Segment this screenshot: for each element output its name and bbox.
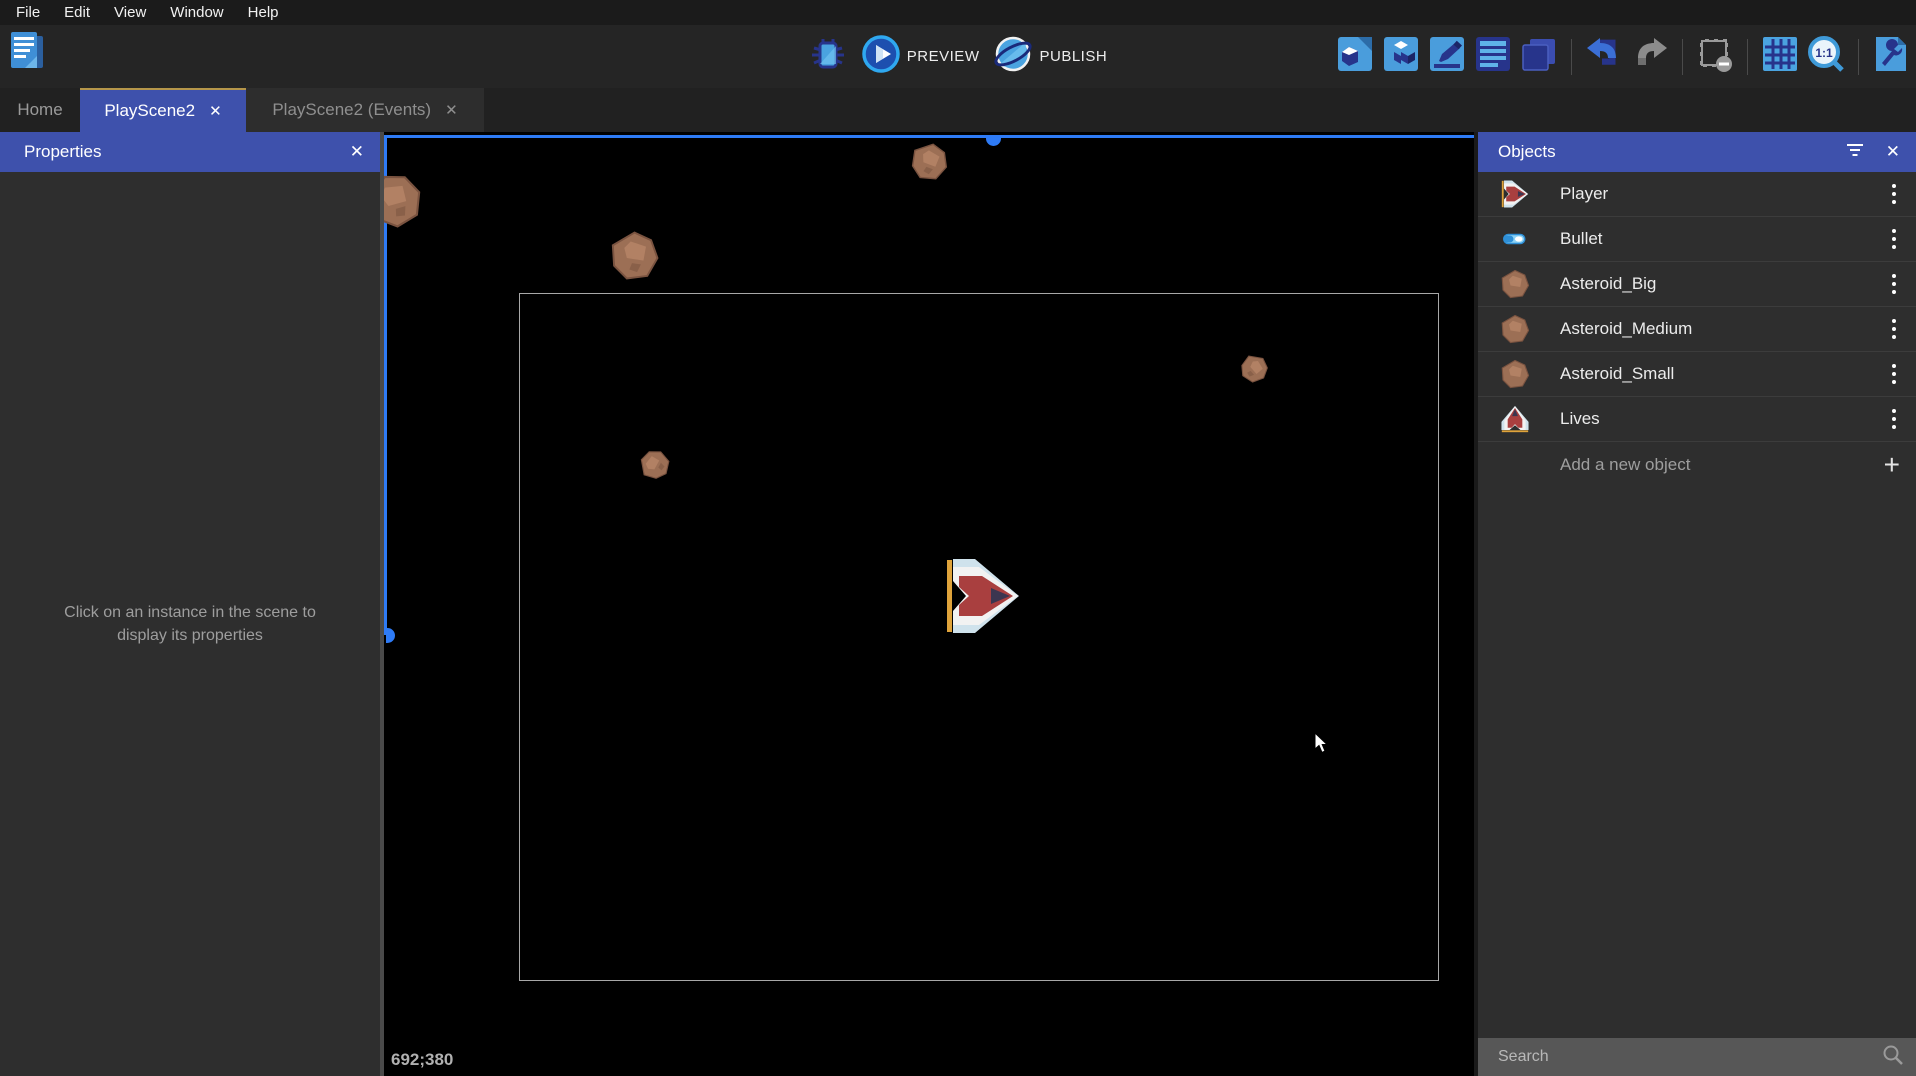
- publish-button[interactable]: PUBLISH: [993, 34, 1107, 79]
- object-groups-icon: [1382, 35, 1420, 78]
- properties-panel-title: Properties: [24, 142, 101, 162]
- preview-label: PREVIEW: [907, 48, 980, 65]
- vertical-scrollbar-thumb[interactable]: [386, 628, 395, 643]
- kebab-menu-icon[interactable]: [1888, 270, 1900, 298]
- kebab-menu-icon[interactable]: [1888, 405, 1900, 433]
- menu-window[interactable]: Window: [158, 0, 235, 25]
- toolbar-separator: [1571, 39, 1572, 75]
- deselect-icon: [1696, 35, 1734, 78]
- asteroid-instance[interactable]: [384, 163, 432, 237]
- tab-playscene2-events[interactable]: PlayScene2 (Events) ✕: [246, 88, 484, 132]
- search-icon[interactable]: [1882, 1044, 1904, 1071]
- objects-editor-icon: [1336, 35, 1374, 78]
- close-icon[interactable]: ✕: [350, 142, 364, 162]
- mouse-cursor: [1314, 732, 1330, 759]
- toolbar-separator: [1858, 39, 1859, 75]
- player-ship-icon: [1500, 179, 1530, 209]
- toolbar-separator: [1682, 39, 1683, 75]
- redo-icon: [1631, 35, 1669, 78]
- object-row-lives[interactable]: Lives: [1478, 397, 1916, 442]
- cursor-coordinates-label: 692;380: [391, 1050, 453, 1070]
- tab-playscene2[interactable]: PlayScene2 ✕: [80, 88, 246, 132]
- objects-search-input[interactable]: [1478, 1038, 1882, 1076]
- objects-panel: Objects ✕ Player: [1478, 132, 1916, 1076]
- object-row-asteroid-small[interactable]: Asteroid_Small: [1478, 352, 1916, 397]
- scene-canvas[interactable]: 692;380: [384, 132, 1474, 1076]
- object-row-asteroid-big[interactable]: Asteroid_Big: [1478, 262, 1916, 307]
- toolbar-separator: [1747, 39, 1748, 75]
- properties-panel: Properties ✕ Click on an instance in the…: [0, 132, 380, 1076]
- svg-text:1:1: 1:1: [1815, 46, 1833, 60]
- kebab-menu-icon[interactable]: [1888, 180, 1900, 208]
- menu-help[interactable]: Help: [236, 0, 291, 25]
- preview-button[interactable]: PREVIEW: [861, 34, 980, 79]
- zoom-1-1-icon: 1:1: [1806, 34, 1846, 79]
- project-manager-button[interactable]: [8, 35, 46, 73]
- close-icon[interactable]: ✕: [445, 103, 458, 118]
- deselect-button[interactable]: [1696, 38, 1734, 76]
- layers-editor-button[interactable]: [1520, 38, 1558, 76]
- tab-bar: Home PlayScene2 ✕ PlayScene2 (Events) ✕: [0, 88, 1916, 132]
- layers-icon: [1520, 35, 1558, 78]
- publish-label: PUBLISH: [1039, 48, 1107, 65]
- close-icon[interactable]: ✕: [1886, 142, 1900, 162]
- properties-editor-button[interactable]: [1428, 38, 1466, 76]
- plus-icon: +: [1884, 451, 1900, 479]
- kebab-menu-icon[interactable]: [1888, 225, 1900, 253]
- object-row-asteroid-medium[interactable]: Asteroid_Medium: [1478, 307, 1916, 352]
- object-row-bullet[interactable]: Bullet: [1478, 217, 1916, 262]
- tab-home[interactable]: Home: [0, 88, 80, 132]
- objects-panel-title: Objects: [1498, 142, 1556, 162]
- zoom-1-1-button[interactable]: 1:1: [1807, 38, 1845, 76]
- play-icon: [861, 34, 901, 79]
- properties-hint-text: Click on an instance in the scene to dis…: [55, 601, 325, 647]
- menu-view[interactable]: View: [102, 0, 158, 25]
- add-new-object-button[interactable]: Add a new object +: [1478, 442, 1916, 487]
- asteroid-instance[interactable]: [609, 230, 660, 281]
- redo-button[interactable]: [1631, 38, 1669, 76]
- bullet-icon: [1500, 224, 1530, 254]
- asteroid-icon: [1500, 269, 1530, 299]
- filter-icon[interactable]: [1846, 142, 1864, 162]
- asteroid-instance[interactable]: [906, 138, 952, 184]
- close-icon[interactable]: ✕: [209, 104, 222, 119]
- player-ship-instance[interactable]: [945, 555, 1021, 642]
- grid-icon: [1761, 35, 1799, 78]
- asteroid-icon: [1500, 314, 1530, 344]
- menu-edit[interactable]: Edit: [52, 0, 102, 25]
- properties-pencil-icon: [1428, 35, 1466, 78]
- instances-list-button[interactable]: [1474, 38, 1512, 76]
- objects-editor-button[interactable]: [1336, 38, 1374, 76]
- asteroid-icon: [1500, 359, 1530, 389]
- toolbar: PREVIEW PUBLISH: [0, 25, 1916, 88]
- object-row-player[interactable]: Player: [1478, 172, 1916, 217]
- debugger-button[interactable]: [809, 38, 847, 76]
- undo-button[interactable]: [1585, 38, 1623, 76]
- publish-globe-icon: [993, 34, 1033, 79]
- lives-ship-icon: [1500, 404, 1530, 434]
- undo-icon: [1585, 35, 1623, 78]
- wrench-icon: [1872, 35, 1910, 78]
- menu-bar: File Edit View Window Help: [0, 0, 1916, 25]
- kebab-menu-icon[interactable]: [1888, 315, 1900, 343]
- horizontal-scrollbar-thumb[interactable]: [986, 137, 1001, 146]
- objects-search-bar: [1478, 1038, 1916, 1076]
- object-groups-button[interactable]: [1382, 38, 1420, 76]
- kebab-menu-icon[interactable]: [1888, 360, 1900, 388]
- menu-file[interactable]: File: [4, 0, 52, 25]
- debugger-bug-icon: [810, 36, 846, 77]
- grid-button[interactable]: [1761, 38, 1799, 76]
- project-manager-icon: [7, 30, 47, 79]
- extra-settings-button[interactable]: [1872, 38, 1910, 76]
- horizontal-scrollbar-track[interactable]: [384, 135, 1474, 138]
- instances-list-icon: [1474, 35, 1512, 78]
